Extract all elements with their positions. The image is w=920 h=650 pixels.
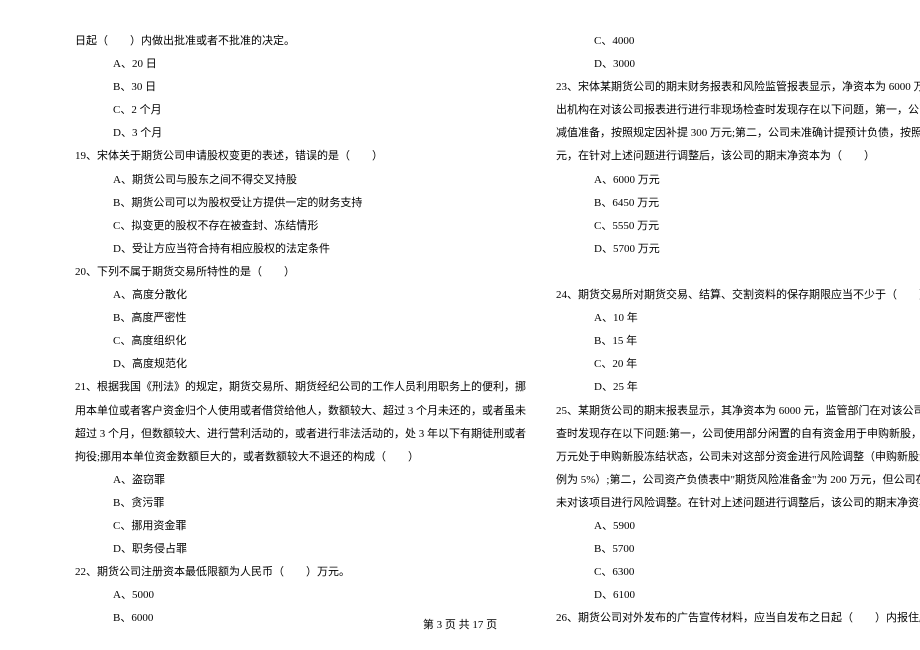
text-line: 元，在针对上述问题进行调整后，该公司的期末净资本为（ ） [556,145,920,168]
question-line: 20、下列不属于期货交易所特性的是（ ） [75,261,526,284]
two-column-layout: 日起（ ）内做出批准或者不批准的决定。 A、20 日 B、30 日 C、2 个月… [75,30,845,630]
option-line: D、受让方应当符合持有相应股权的法定条件 [75,238,526,261]
text-line: 减值准备，按照规定因补提 300 万元;第二，公司未准确计提预计负债，按照规定因… [556,122,920,145]
right-column: C、4000 D、3000 23、宋体某期货公司的期末财务报表和风险监管报表显示… [556,30,920,630]
option-line: B、期货公司可以为股权受让方提供一定的财务支持 [75,192,526,215]
option-line: D、3 个月 [75,122,526,145]
page-footer: 第 3 页 共 17 页 [0,616,920,632]
option-line: D、3000 [556,53,920,76]
option-line: B、30 日 [75,76,526,99]
option-line: B、15 年 [556,330,920,353]
option-line: C、20 年 [556,353,920,376]
option-line: B、5700 [556,538,920,561]
option-line: D、职务侵占罪 [75,538,526,561]
question-line: 25、某期货公司的期末报表显示，其净资本为 6000 元，监管部门在对该公司报表… [556,400,920,423]
option-line: A、5900 [556,515,920,538]
left-column: 日起（ ）内做出批准或者不批准的决定。 A、20 日 B、30 日 C、2 个月… [75,30,526,630]
question-line: 24、期货交易所对期货交易、结算、交割资料的保存期限应当不少于（ ） [556,284,920,307]
text-line: 超过 3 个月，但数额较大、进行营利活动的，或者进行非法活动的，处 3 年以下有… [75,423,526,446]
text-line: 查时发现存在以下问题:第一，公司使用部分闲置的自有资金用于申购新股，在期末时仍有… [556,423,920,446]
option-line: D、25 年 [556,376,920,399]
option-line: A、10 年 [556,307,920,330]
option-line: A、期货公司与股东之间不得交叉持股 [75,169,526,192]
question-line: 23、宋体某期货公司的期末财务报表和风险监管报表显示，净资本为 6000 万元，… [556,76,920,99]
question-line: 19、宋体关于期货公司申请股权变更的表述，错误的是（ ） [75,145,526,168]
question-line: 21、根据我国《刑法》的规定，期货交易所、期货经纪公司的工作人员利用职务上的便利… [75,376,526,399]
text-line: 拘役;挪用本单位资金数额巨大的，或者数额较大不退还的构成（ ） [75,446,526,469]
option-line: A、盗窃罪 [75,469,526,492]
text-line: 万元处于申购新股冻结状态，公司未对这部分资金进行风险调整（申购新股资金的风险调整… [556,446,920,469]
option-line: D、高度规范化 [75,353,526,376]
option-line: D、6100 [556,584,920,607]
question-line: 22、期货公司注册资本最低限额为人民币（ ）万元。 [75,561,526,584]
text-line: 例为 5%）;第二，公司资产负债表中"期货风险准备金"为 200 万元，但公司在… [556,469,920,492]
option-line: C、6300 [556,561,920,584]
option-line: A、20 日 [75,53,526,76]
option-line: B、高度严密性 [75,307,526,330]
option-line: C、拟变更的股权不存在被查封、冻结情形 [75,215,526,238]
option-line: B、贪污罪 [75,492,526,515]
option-line: C、5550 万元 [556,215,920,238]
option-line: C、4000 [556,30,920,53]
text-line: 用本单位或者客户资金归个人使用或者借贷给他人，数额较大、超过 3 个月未还的，或… [75,400,526,423]
option-line: C、2 个月 [75,99,526,122]
option-line: B、6450 万元 [556,192,920,215]
option-line: A、高度分散化 [75,284,526,307]
option-line: C、高度组织化 [75,330,526,353]
text-line: 日起（ ）内做出批准或者不批准的决定。 [75,30,526,53]
blank-line [556,261,920,284]
option-line: C、挪用资金罪 [75,515,526,538]
text-line: 未对该项目进行风险调整。在针对上述问题进行调整后，该公司的期末净资本为（ ） [556,492,920,515]
option-line: D、5700 万元 [556,238,920,261]
text-line: 出机构在对该公司报表进行进行非现场检查时发现存在以下问题，第一，公司未充分计提资… [556,99,920,122]
option-line: A、6000 万元 [556,169,920,192]
option-line: A、5000 [75,584,526,607]
